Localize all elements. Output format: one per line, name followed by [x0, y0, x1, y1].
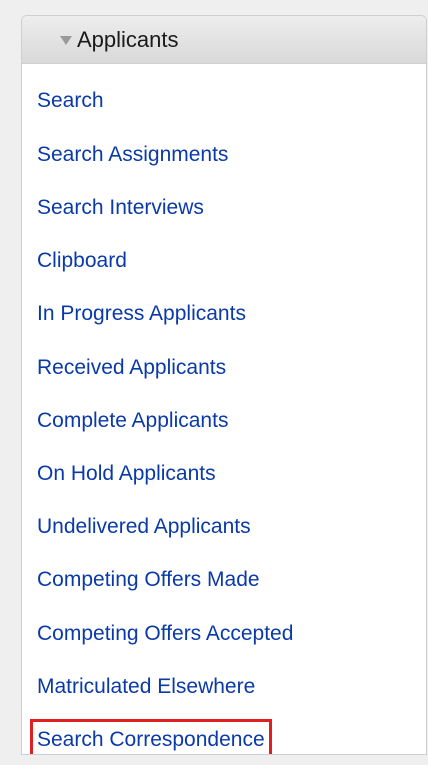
- link-search-correspondence[interactable]: Search Correspondence: [30, 719, 272, 754]
- link-complete-applicants[interactable]: Complete Applicants: [37, 407, 228, 435]
- applicants-panel-header[interactable]: Applicants: [22, 16, 426, 64]
- link-on-hold-applicants[interactable]: On Hold Applicants: [37, 460, 216, 488]
- applicants-panel: Applicants Search Search Assignments Sea…: [21, 15, 427, 755]
- link-clipboard[interactable]: Clipboard: [37, 247, 127, 275]
- link-competing-offers-accepted[interactable]: Competing Offers Accepted: [37, 620, 293, 648]
- link-competing-offers-made[interactable]: Competing Offers Made: [37, 566, 260, 594]
- link-in-progress-applicants[interactable]: In Progress Applicants: [37, 300, 246, 328]
- triangle-down-icon: [60, 36, 72, 45]
- link-search-assignments[interactable]: Search Assignments: [37, 141, 228, 169]
- link-search[interactable]: Search: [37, 87, 104, 115]
- link-received-applicants[interactable]: Received Applicants: [37, 354, 226, 382]
- link-search-interviews[interactable]: Search Interviews: [37, 194, 204, 222]
- sidebar-background: Applicants Search Search Assignments Sea…: [0, 0, 428, 765]
- panel-title: Applicants: [77, 27, 179, 52]
- link-matriculated-elsewhere[interactable]: Matriculated Elsewhere: [37, 673, 255, 701]
- link-undelivered-applicants[interactable]: Undelivered Applicants: [37, 513, 251, 541]
